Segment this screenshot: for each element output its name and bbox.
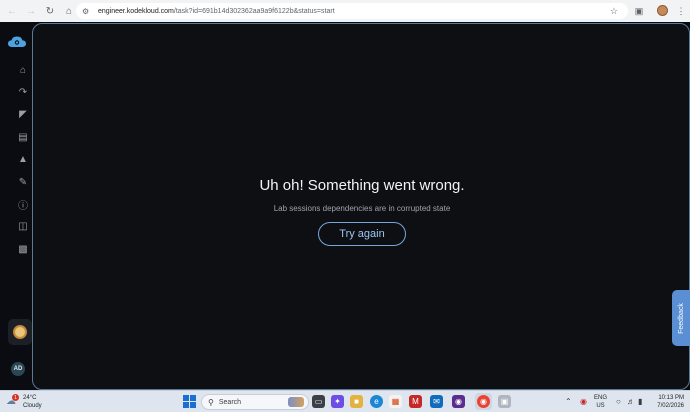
edge-browser-icon[interactable]: e xyxy=(370,395,383,408)
weather-description: Cloudy xyxy=(23,403,42,409)
file-explorer-icon[interactable]: ■ xyxy=(350,395,363,408)
language-indicator[interactable]: ENG US xyxy=(594,394,607,410)
info-icon[interactable]: ⓘ xyxy=(17,198,29,212)
video-icon[interactable]: ▤ xyxy=(17,131,29,143)
home-browser-icon[interactable]: ⌂ xyxy=(62,4,76,18)
copilot-icon[interactable]: ✦ xyxy=(331,395,344,408)
search-label: Search xyxy=(218,398,242,406)
weather-notification-badge: 1 xyxy=(12,394,19,401)
system-clock[interactable]: 10:13 PM 7/02/2026 xyxy=(652,394,684,410)
menu-kebab-icon[interactable]: ⋮ xyxy=(675,5,687,17)
error-title: Uh oh! Something went wrong. xyxy=(259,177,465,194)
app-icon-purple[interactable]: ◉ xyxy=(452,395,465,408)
kodekloud-logo-icon[interactable] xyxy=(8,36,26,48)
extensions-icon[interactable]: ▣ xyxy=(633,5,645,17)
user-avatar[interactable]: AD xyxy=(11,362,25,376)
chart-icon[interactable]: ◤ xyxy=(17,108,29,120)
url-text: engineer.kodekloud.com/task?id=691b14d30… xyxy=(98,7,335,15)
weather-widget[interactable]: ☁ 1 24°C Cloudy xyxy=(6,393,46,411)
user-badge-image xyxy=(13,325,27,339)
battery-icon[interactable]: ▮ xyxy=(638,397,642,406)
book-icon[interactable]: ◫ xyxy=(17,220,29,232)
task-view-icon[interactable]: ▭ xyxy=(312,395,325,408)
feedback-tab[interactable]: Feedback xyxy=(672,290,690,346)
message-icon[interactable]: ✎ xyxy=(17,176,29,188)
tray-chevron-up-icon[interactable]: ⌃ xyxy=(565,397,572,406)
chat-icon[interactable]: ▩ xyxy=(17,243,29,255)
main-content-panel: Uh oh! Something went wrong. Lab session… xyxy=(32,23,690,390)
back-icon[interactable]: ← xyxy=(5,4,19,18)
search-icon: ⚲ xyxy=(208,397,214,407)
app-window: ⌂ ↷ ◤ ▤ ▲ ✎ ⓘ ◫ ▩ AD Uh oh! Something we… xyxy=(0,22,690,390)
profile-avatar[interactable] xyxy=(657,5,668,16)
user-badge-button[interactable] xyxy=(8,319,32,345)
weather-temperature: 24°C xyxy=(23,395,37,401)
browser-toolbar: ← → ↻ ⌂ ⚙ engineer.kodekloud.com/task?id… xyxy=(0,0,690,22)
reload-icon[interactable]: ↻ xyxy=(43,4,57,18)
search-highlight-icon xyxy=(288,397,304,407)
app-icon-generic[interactable]: ▣ xyxy=(498,395,511,408)
mcafee-icon[interactable]: M xyxy=(409,395,422,408)
sidebar: ⌂ ↷ ◤ ▤ ▲ ✎ ⓘ ◫ ▩ AD xyxy=(0,22,34,390)
feedback-label: Feedback xyxy=(677,302,685,334)
windows-start-icon[interactable] xyxy=(183,395,196,408)
taskbar-search[interactable]: ⚲ Search xyxy=(201,394,309,410)
try-again-button[interactable]: Try again xyxy=(318,222,406,246)
error-subtitle: Lab sessions dependencies are in corrupt… xyxy=(273,204,451,213)
site-info-icon[interactable]: ⚙ xyxy=(82,6,92,16)
windows-taskbar: ☁ 1 24°C Cloudy ⚲ Search ▭ ✦ ■ e ▦ M ✉ ◉… xyxy=(0,390,690,412)
mail-icon[interactable]: ✉ xyxy=(430,395,443,408)
volume-icon[interactable]: ♬ xyxy=(627,397,635,406)
forward-icon[interactable]: → xyxy=(24,4,38,18)
chrome-icon[interactable]: ◉ xyxy=(477,395,490,408)
leaderboard-icon[interactable]: ▲ xyxy=(17,153,29,165)
route-icon[interactable]: ↷ xyxy=(17,86,29,98)
home-icon[interactable]: ⌂ xyxy=(17,64,29,76)
microsoft-store-icon[interactable]: ▦ xyxy=(389,395,402,408)
address-bar[interactable]: ⚙ engineer.kodekloud.com/task?id=691b14d… xyxy=(76,3,628,19)
bookmark-star-icon[interactable]: ☆ xyxy=(610,6,618,17)
security-tray-icon[interactable]: ◉ xyxy=(580,397,587,406)
wifi-icon[interactable]: ○ xyxy=(616,397,621,406)
